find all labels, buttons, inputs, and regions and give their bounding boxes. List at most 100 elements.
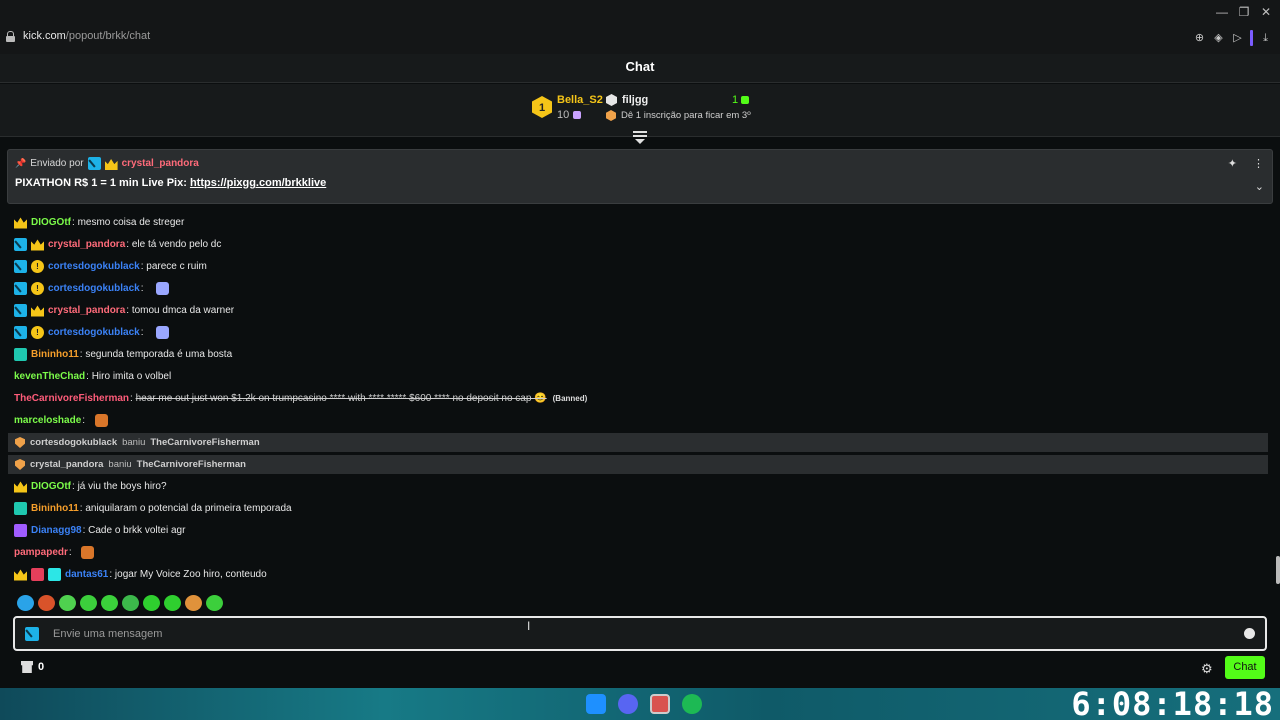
pinned-link[interactable]: https://pixgg.com/brkklive (190, 177, 326, 189)
emote-icon[interactable] (17, 595, 34, 611)
chat-text-value: aniquilaram o potencial da primeira temp… (85, 502, 292, 514)
crown-badge-icon (31, 305, 44, 317)
moderation-action: baniu (108, 459, 132, 470)
chat-text: : parece c ruim (140, 260, 207, 272)
unpin-icon[interactable]: ✦ (1228, 157, 1237, 170)
crown-badge-icon (14, 569, 27, 581)
close-icon[interactable]: ✕ (1258, 4, 1274, 20)
chat-text: : ele tá vendo pelo dc (126, 238, 222, 250)
shield-icon[interactable]: ◈ (1212, 32, 1225, 45)
gift-leaderboard: 1 Bella_S2 10 filjgg 1 Dê 1 inscrição pa… (0, 84, 1280, 137)
url-path: /popout/brkk/chat (65, 30, 151, 42)
browser-toolbar: — ❐ ✕ kick.com/popout/brkk/chat ⊕ ◈ ▷ ⤓ (0, 0, 1280, 54)
chat-text: : mesmo coisa de streger (72, 216, 185, 228)
chat-username[interactable]: Bininho11 (31, 349, 79, 360)
more-options-icon[interactable]: ⋮ (1253, 157, 1264, 170)
chat-username[interactable]: DIOGOtf (31, 217, 71, 228)
moderator-badge-icon (25, 627, 39, 641)
chat-username[interactable]: DIOGOtf (31, 481, 71, 492)
pinned-author[interactable]: crystal_pandora (122, 158, 199, 169)
emoji-picker-icon[interactable] (1244, 628, 1255, 639)
chat-username[interactable]: kevenTheChad (14, 371, 85, 382)
scrollbar-thumb[interactable] (1276, 556, 1280, 584)
chat-username[interactable]: TheCarnivoreFisherman (14, 393, 129, 404)
windows-start-icon[interactable] (586, 694, 606, 714)
download-icon[interactable]: ⤓ (1259, 32, 1272, 45)
chat-text: : segunda temporada é uma bosta (79, 348, 233, 360)
rank-1-icon: 1 (531, 96, 553, 118)
chat-message: Bininho11: aniquilaram o potencial da pr… (14, 499, 292, 517)
chat-username[interactable]: Dianagg98 (31, 525, 82, 536)
rank-2-icon (606, 94, 617, 106)
emote-icon[interactable] (38, 595, 55, 611)
discord-icon[interactable] (618, 694, 638, 714)
emote-icon (81, 545, 95, 559)
og-badge-icon: ! (31, 259, 44, 273)
chat-text-value: jogar My Voice Zoo hiro, conteudo (114, 568, 267, 580)
chat-text: : Hiro imita o volbel (86, 370, 172, 382)
chat-username[interactable]: cortesdogokublack (48, 283, 140, 294)
chat-username[interactable]: cortesdogokublack (48, 261, 140, 272)
og-badge-icon: ! (31, 281, 44, 295)
subscriber-badge-icon (14, 523, 27, 537)
chat-username[interactable]: crystal_pandora (48, 305, 125, 316)
emote-icon[interactable] (59, 595, 76, 611)
emote-icon[interactable] (185, 595, 202, 611)
chat-username[interactable]: Bininho11 (31, 503, 79, 514)
collapse-leaderboard-icon[interactable] (633, 131, 647, 144)
chat-text-value: parece c ruim (146, 260, 207, 272)
minimize-icon[interactable]: — (1214, 4, 1230, 20)
gear-icon[interactable]: ⚙ (1201, 661, 1213, 677)
emote-icon[interactable] (80, 595, 97, 611)
store-icon[interactable] (21, 661, 33, 673)
crown-badge-icon (14, 481, 27, 493)
pinned-actions: ✦ ⋮ (1228, 157, 1264, 170)
moderation-moderator[interactable]: cortesdogokublack (30, 437, 117, 448)
shield-icon (15, 437, 25, 448)
chat-message: ! cortesdogokublack: parece c ruim (14, 257, 207, 275)
spotify-icon[interactable] (682, 694, 702, 714)
emote-icon[interactable] (206, 595, 223, 611)
emote-icon[interactable] (164, 595, 181, 611)
emote-icon[interactable] (101, 595, 118, 611)
send-icon[interactable]: ▷ (1231, 32, 1244, 45)
leader-second-count-value: 1 (732, 94, 739, 106)
moderation-target[interactable]: TheCarnivoreFisherman (150, 437, 259, 448)
chat-username[interactable]: pampapedr (14, 547, 68, 558)
leader-first-count: 10 (557, 109, 582, 121)
chat-text-value: já viu the boys hiro? (77, 480, 167, 492)
chat-message: pampapedr: (14, 543, 95, 561)
chat-text-value: Hiro imita o volbel (91, 370, 172, 382)
send-chat-button[interactable]: Chat (1225, 656, 1265, 679)
chat-message: ! cortesdogokublack: (14, 323, 169, 341)
vip-badge-icon (14, 501, 27, 515)
shield-icon (15, 459, 25, 470)
moderator-badge-icon (14, 303, 27, 317)
chat-message: DIOGOtf: já viu the boys hiro? (14, 477, 167, 495)
emote-icon (155, 325, 169, 339)
emote-icon[interactable] (122, 595, 139, 611)
opera-icon[interactable] (650, 694, 670, 714)
moderator-badge-icon (14, 237, 27, 251)
address-bar[interactable]: kick.com/popout/brkk/chat (6, 30, 150, 42)
chat-username[interactable]: cortesdogokublack (48, 327, 140, 338)
chat-input-box[interactable]: Envie uma mensagem (13, 616, 1267, 651)
emote-icon[interactable] (143, 595, 160, 611)
leader-second-name[interactable]: filjgg (622, 94, 648, 106)
chat-text: : (140, 282, 152, 294)
moderation-notice: cortesdogokublack baniu TheCarnivoreFisher… (8, 433, 1268, 452)
crown-badge-icon (31, 239, 44, 251)
crown-badge-icon (104, 158, 118, 170)
chat-username[interactable]: dantas61 (65, 569, 108, 580)
moderation-target[interactable]: TheCarnivoreFisherman (137, 459, 246, 470)
leader-first-name[interactable]: Bella_S2 (557, 94, 603, 106)
zoom-icon[interactable]: ⊕ (1193, 32, 1206, 45)
chat-username[interactable]: crystal_pandora (48, 239, 125, 250)
restore-icon[interactable]: ❐ (1236, 4, 1252, 20)
chat-message: crystal_pandora: tomou dmca da warner (14, 301, 234, 319)
emote-icon (155, 281, 169, 295)
window-controls: — ❐ ✕ (1214, 4, 1274, 20)
moderation-moderator[interactable]: crystal_pandora (30, 459, 103, 470)
chevron-down-icon[interactable]: ⌄ (1255, 180, 1264, 193)
chat-username[interactable]: marceloshade (14, 415, 81, 426)
